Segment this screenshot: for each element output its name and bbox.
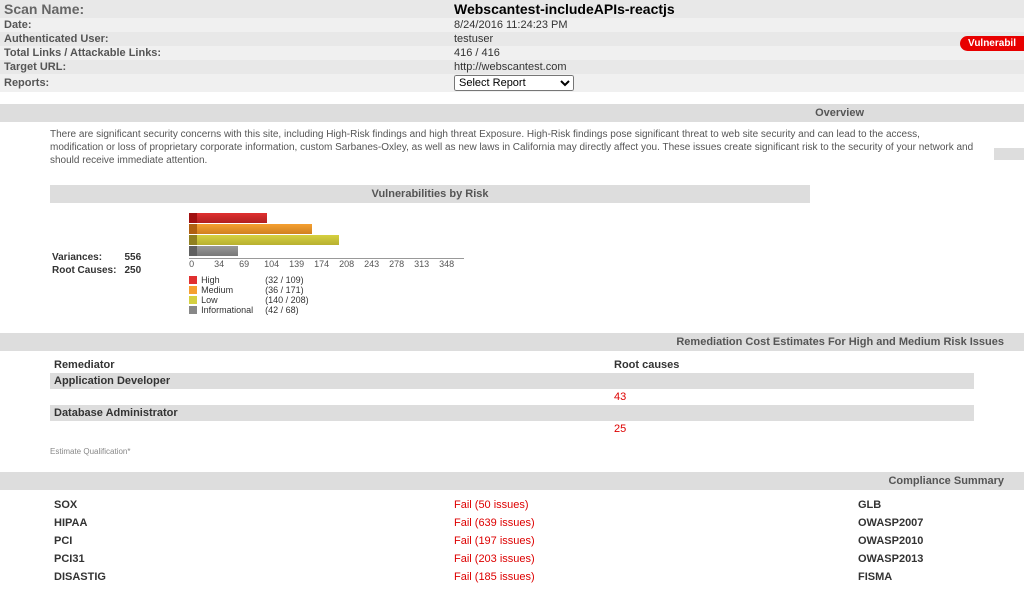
target-url-label: Target URL: <box>0 60 450 74</box>
compliance-name: PCI <box>50 532 450 550</box>
legend-low: Low(140 / 208) <box>189 295 464 305</box>
chart-legend: High(32 / 109)Medium(36 / 171)Low(140 / … <box>189 275 464 315</box>
variances-value: 556 <box>124 252 147 263</box>
vuln-bar-chart: 03469104139174208243278313348 High(32 / … <box>189 213 464 315</box>
remediator-name: Database Administrator <box>50 405 974 421</box>
bar-low <box>189 235 464 245</box>
right-stub <box>994 148 1024 160</box>
links-label: Total Links / Attackable Links: <box>0 46 450 60</box>
select-report-dropdown[interactable]: Select Report <box>454 75 574 91</box>
compliance-status: Fail (197 issues) <box>450 532 854 550</box>
links-value: 416 / 416 <box>450 46 1024 60</box>
legend-high: High(32 / 109) <box>189 275 464 285</box>
remediation-table: RemediatorRoot causes Application Develo… <box>50 357 974 437</box>
compliance-name-right: GLB <box>854 496 974 514</box>
date-label: Date: <box>0 18 450 32</box>
remediator-name: Application Developer <box>50 373 974 389</box>
compliance-name-right: OWASP2007 <box>854 514 974 532</box>
compliance-name: HIPAA <box>50 514 450 532</box>
vulnerability-pill[interactable]: Vulnerabil <box>960 36 1024 51</box>
estimate-footnote: Estimate Qualification* <box>0 443 1024 460</box>
rootcauses-col-header: Root causes <box>610 357 974 373</box>
overview-text: There are significant security concerns … <box>50 128 974 167</box>
compliance-name: SOX <box>50 496 450 514</box>
remediation-header: Remediation Cost Estimates For High and … <box>0 333 1024 351</box>
auth-user-label: Authenticated User: <box>0 32 450 46</box>
vuln-by-risk-header: Vulnerabilities by Risk <box>50 185 810 203</box>
date-value: 8/24/2016 11:24:23 PM <box>450 18 1024 32</box>
auth-user-value: testuser <box>450 32 1024 46</box>
remediator-value: 25 <box>610 421 974 437</box>
scan-name-value: Webscantest-includeAPIs-reactjs <box>450 0 1024 18</box>
compliance-name: DISASTIG <box>50 568 450 586</box>
legend-informational: Informational(42 / 68) <box>189 305 464 315</box>
vuln-stats-table: Variances:556 Root Causes:250 <box>50 250 149 278</box>
variances-label: Variances: <box>52 252 122 263</box>
compliance-name: PCI31 <box>50 550 450 568</box>
legend-medium: Medium(36 / 171) <box>189 285 464 295</box>
compliance-header: Compliance Summary <box>0 472 1024 490</box>
overview-header: Overview <box>0 104 1024 122</box>
compliance-status: Fail (639 issues) <box>450 514 854 532</box>
root-causes-value: 250 <box>124 265 147 276</box>
compliance-status: Fail (50 issues) <box>450 496 854 514</box>
compliance-status: Fail (185 issues) <box>450 568 854 586</box>
compliance-table: SOXFail (50 issues)GLB HIPAAFail (639 iss… <box>50 496 974 586</box>
compliance-name-right: OWASP2013 <box>854 550 974 568</box>
bar-medium <box>189 224 464 234</box>
compliance-status: Fail (203 issues) <box>450 550 854 568</box>
remediator-col-header: Remediator <box>50 357 610 373</box>
bar-high <box>189 213 464 223</box>
compliance-name-right: FISMA <box>854 568 974 586</box>
chart-axis: 03469104139174208243278313348 <box>189 258 464 269</box>
root-causes-label: Root Causes: <box>52 265 122 276</box>
scan-name-label: Scan Name: <box>0 0 450 18</box>
target-url-value: http://webscantest.com <box>450 60 1024 74</box>
bar-informational <box>189 246 464 256</box>
compliance-name-right: OWASP2010 <box>854 532 974 550</box>
scan-info-header: Scan Name:Webscantest-includeAPIs-reactj… <box>0 0 1024 92</box>
reports-label: Reports: <box>0 74 450 92</box>
remediator-value: 43 <box>610 389 974 405</box>
